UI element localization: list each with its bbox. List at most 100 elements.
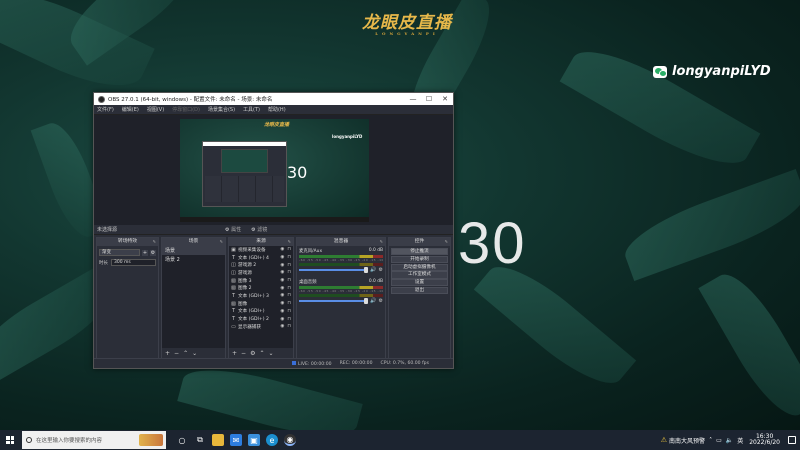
lock-icon[interactable]: ⊓ <box>287 301 291 306</box>
notification-icon[interactable] <box>788 436 796 444</box>
start-button[interactable] <box>0 430 20 450</box>
transition-select[interactable]: 渐变 <box>99 249 140 256</box>
source-item[interactable]: ▧ 图像 3 ◉ ⊓ <box>229 277 293 285</box>
close-button[interactable]: ✕ <box>437 93 453 105</box>
move-down-icon[interactable]: ⌄ <box>268 350 273 357</box>
source-item[interactable]: T 文本 (GDI+) 2 ◉ ⊓ <box>229 315 293 323</box>
preview-canvas[interactable]: 龙眼皮直播 longyanpiLYD 30 <box>180 119 369 222</box>
lock-icon[interactable]: ⊓ <box>287 309 291 314</box>
transitions-dock: 转场特效 ✎ 渐变 + ⚙ 时长 300 ms <box>96 237 159 359</box>
speaker-icon[interactable]: 🔊 <box>370 298 376 304</box>
eye-icon[interactable]: ◉ <box>280 255 284 260</box>
dock-float-icon[interactable]: ✎ <box>445 238 448 246</box>
filters-button[interactable]: 滤镜 <box>251 226 267 233</box>
scene-item[interactable]: 场景 2 <box>162 255 225 264</box>
eye-icon[interactable]: ◉ <box>280 301 284 306</box>
maximize-button[interactable]: ☐ <box>421 93 437 105</box>
gear-icon[interactable]: ⚙ <box>250 350 255 357</box>
weather-alert[interactable]: ⚠ 南南大风预警 <box>661 436 705 445</box>
source-item[interactable]: T 文本 (GDI+) ◉ ⊓ <box>229 308 293 316</box>
eye-icon[interactable]: ◉ <box>280 270 284 275</box>
eye-icon[interactable]: ◉ <box>280 309 284 314</box>
task-view-icon[interactable]: ⧉ <box>194 434 206 446</box>
menu-scene-collection[interactable]: 场景集合(S) <box>208 106 235 113</box>
source-item[interactable]: ▧ 图像 2 ◉ ⊓ <box>229 284 293 292</box>
warning-icon: ⚠ <box>660 436 668 444</box>
menu-docks[interactable]: 停靠窗口(D) <box>172 106 200 113</box>
exit-button[interactable]: 退出 <box>391 286 448 295</box>
lock-icon[interactable]: ⊓ <box>287 293 291 298</box>
edge-icon[interactable]: e <box>266 434 278 446</box>
eye-icon[interactable]: ◉ <box>280 286 284 291</box>
dock-float-icon[interactable]: ✎ <box>153 238 156 246</box>
cortana-icon[interactable]: ○ <box>176 434 188 446</box>
source-item[interactable]: ▣ 视频采集设备 ◉ ⊓ <box>229 246 293 254</box>
gear-icon[interactable]: ⚙ <box>379 298 383 304</box>
clock[interactable]: 16:30 2022/6/20 <box>749 434 780 446</box>
network-icon[interactable]: ▭ <box>716 437 722 444</box>
remove-icon[interactable]: − <box>241 350 246 357</box>
lock-icon[interactable]: ⊓ <box>287 263 291 268</box>
move-up-icon[interactable]: ⌃ <box>183 350 188 357</box>
volume-icon[interactable]: 🔈 <box>726 437 733 444</box>
menu-help[interactable]: 帮助(H) <box>268 106 286 113</box>
eye-icon[interactable]: ◉ <box>280 278 284 283</box>
obs-window[interactable]: OBS 27.0.1 (64-bit, windows) - 配置文件: 未命名… <box>93 92 454 369</box>
source-item[interactable]: ◫ 游戏源 2 ◉ ⊓ <box>229 261 293 269</box>
source-item[interactable]: ▭ 显示器捕获 ◉ ⊓ <box>229 323 293 331</box>
eye-icon[interactable]: ◉ <box>280 247 284 252</box>
mail-icon[interactable]: ✉ <box>230 434 242 446</box>
lock-icon[interactable]: ⊓ <box>287 317 291 322</box>
lock-icon[interactable]: ⊓ <box>287 286 291 291</box>
settings-button[interactable]: 设置 <box>391 279 448 287</box>
lock-icon[interactable]: ⊓ <box>287 255 291 260</box>
add-icon[interactable]: + <box>232 350 237 357</box>
properties-button[interactable]: 属性 <box>225 226 241 233</box>
search-highlight-icon[interactable] <box>139 434 163 446</box>
source-item[interactable]: T 文本 (GDI+) 3 ◉ ⊓ <box>229 292 293 300</box>
move-down-icon[interactable]: ⌄ <box>192 350 197 357</box>
input-language[interactable]: 英 <box>737 436 743 445</box>
scene-item[interactable]: 场景 <box>162 246 225 255</box>
menu-view[interactable]: 视图(V) <box>147 106 164 113</box>
lock-icon[interactable]: ⊓ <box>287 278 291 283</box>
start-recording-button[interactable]: 开始录制 <box>391 255 448 263</box>
menu-tools[interactable]: 工具(T) <box>243 106 260 113</box>
menu-file[interactable]: 文件(F) <box>97 106 114 113</box>
chevron-up-icon[interactable]: ˄ <box>709 437 712 444</box>
add-transition-button[interactable]: + <box>142 249 148 256</box>
taskbar-search[interactable]: 在这里输入你要搜索的内容 <box>22 431 166 449</box>
lock-icon[interactable]: ⊓ <box>287 270 291 275</box>
gear-icon[interactable]: ⚙ <box>379 267 383 273</box>
dock-float-icon[interactable]: ✎ <box>380 238 383 246</box>
volume-slider[interactable] <box>299 298 369 304</box>
eye-icon[interactable]: ◉ <box>280 263 284 268</box>
minimize-button[interactable]: — <box>405 93 421 105</box>
file-explorer-icon[interactable] <box>212 434 224 446</box>
source-item[interactable]: ▧ 图像 ◉ ⊓ <box>229 300 293 308</box>
gear-icon[interactable]: ⚙ <box>150 249 156 256</box>
dock-float-icon[interactable]: ✎ <box>288 238 291 246</box>
duration-input[interactable]: 300 ms <box>111 259 156 266</box>
eye-icon[interactable]: ◉ <box>280 293 284 298</box>
eye-icon[interactable]: ◉ <box>280 324 284 329</box>
obs-titlebar[interactable]: OBS 27.0.1 (64-bit, windows) - 配置文件: 未命名… <box>94 93 453 105</box>
add-icon[interactable]: + <box>165 350 170 357</box>
source-item[interactable]: ◫ 游戏源 ◉ ⊓ <box>229 269 293 277</box>
virtual-camera-button[interactable]: 启动虚拟摄像机 <box>391 263 448 271</box>
remove-icon[interactable]: − <box>174 350 179 357</box>
menu-edit[interactable]: 编辑(E) <box>122 106 139 113</box>
preview-area: 龙眼皮直播 longyanpiLYD 30 <box>94 115 453 225</box>
obs-taskbar-icon[interactable]: ◉ <box>284 434 296 446</box>
dock-float-icon[interactable]: ✎ <box>220 238 223 246</box>
speaker-icon[interactable]: 🔊 <box>370 267 376 273</box>
lock-icon[interactable]: ⊓ <box>287 324 291 329</box>
eye-icon[interactable]: ◉ <box>280 317 284 322</box>
move-up-icon[interactable]: ⌃ <box>259 350 264 357</box>
stop-streaming-button[interactable]: 停止推流 <box>391 248 448 256</box>
volume-slider[interactable] <box>299 267 369 273</box>
store-icon[interactable]: ▣ <box>248 434 260 446</box>
lock-icon[interactable]: ⊓ <box>287 247 291 252</box>
source-item[interactable]: T 文本 (GDI+) 4 ◉ ⊓ <box>229 254 293 262</box>
studio-mode-button[interactable]: 工作室模式 <box>391 271 448 279</box>
